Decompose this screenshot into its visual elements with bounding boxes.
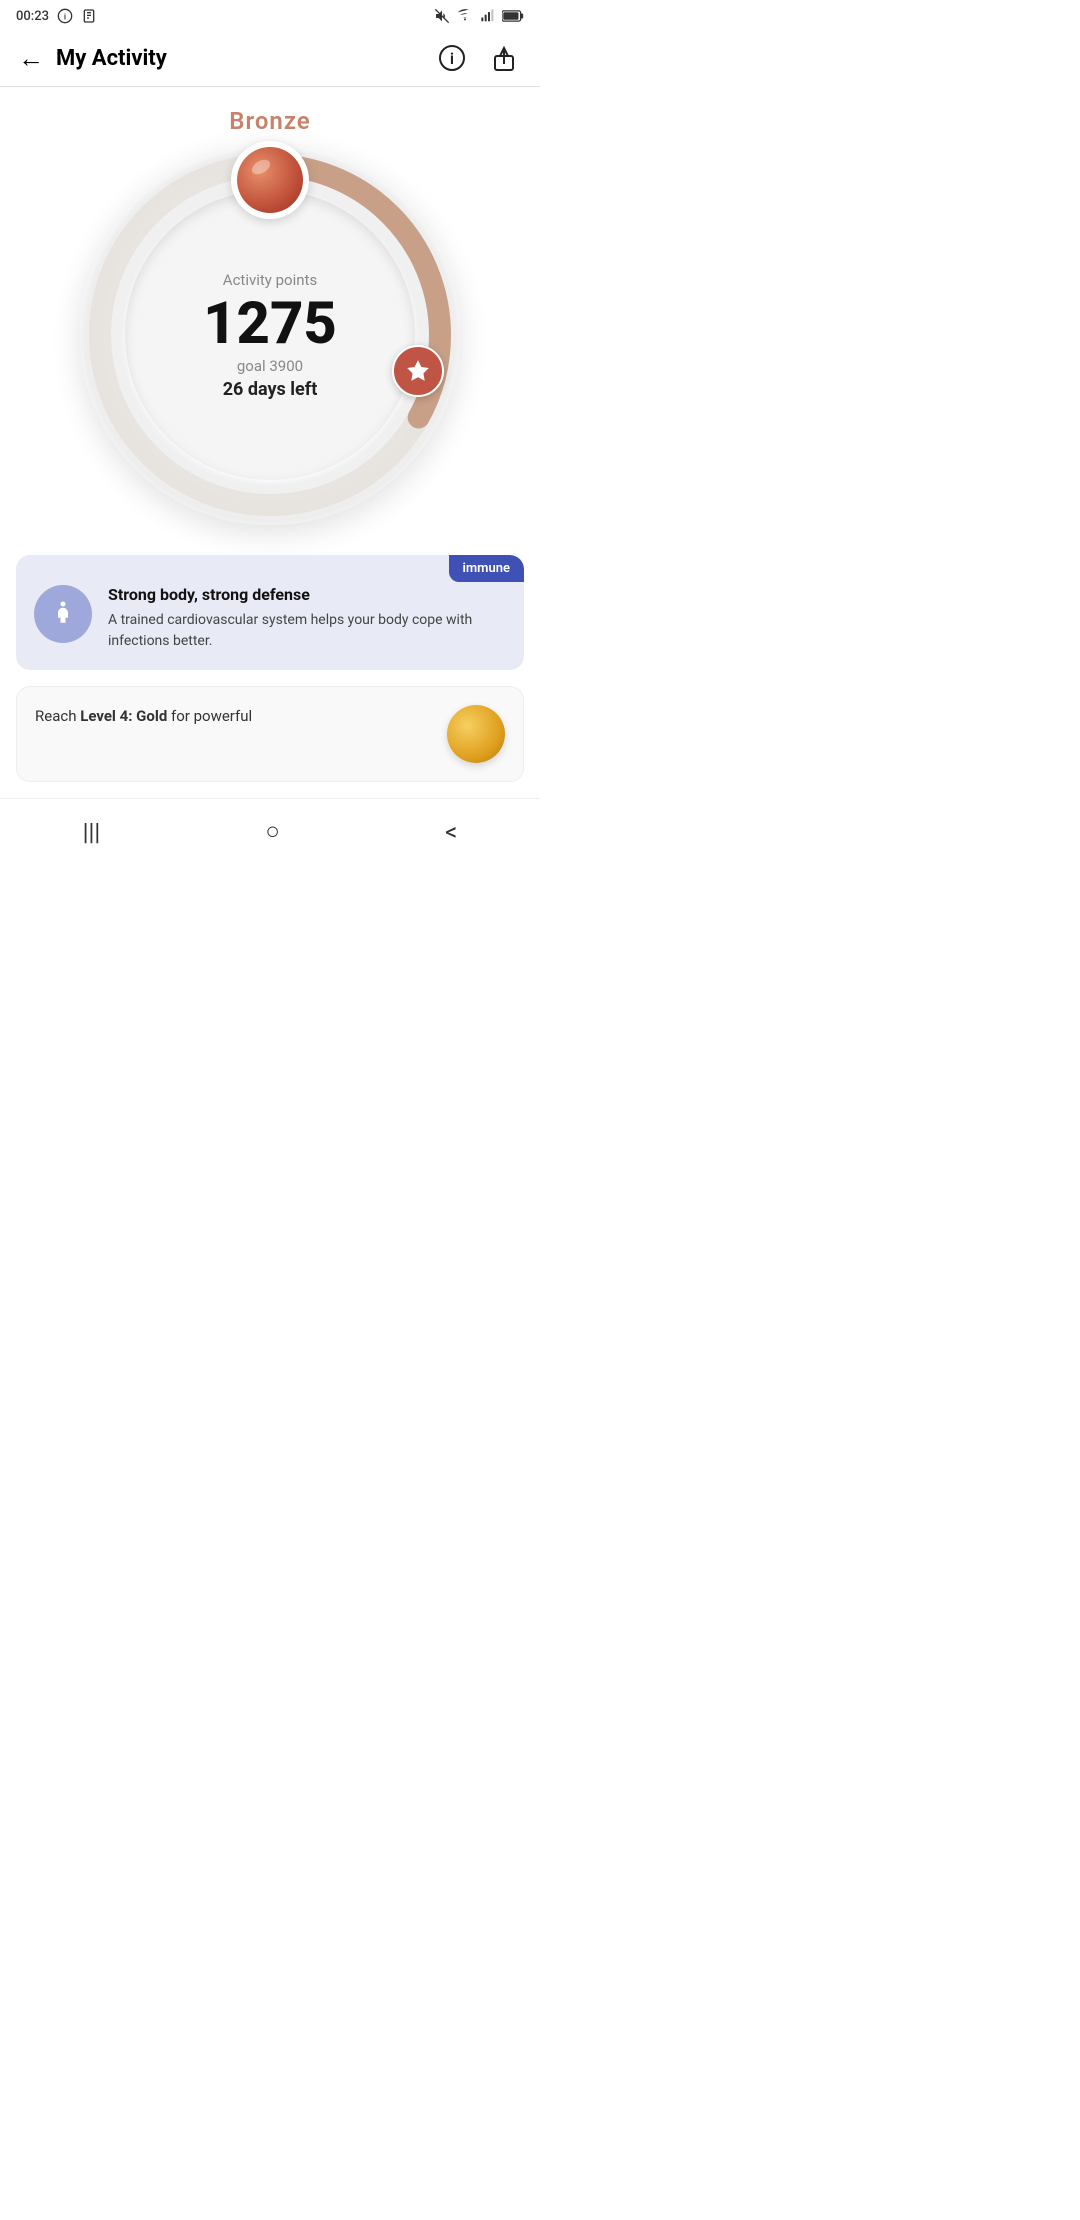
status-icons <box>434 8 524 24</box>
nav-actions: i <box>434 40 522 76</box>
activity-points-value: 1275 <box>203 295 337 353</box>
activity-circle: Activity points 1275 goal 3900 26 days l… <box>80 145 460 525</box>
share-icon <box>491 44 517 72</box>
gem-visual <box>237 147 303 213</box>
svg-text:i: i <box>450 49 454 68</box>
tier-gem-badge <box>231 141 309 219</box>
next-level-text: Reach Level 4: Gold for powerful <box>35 705 431 728</box>
wifi-icon <box>456 8 474 24</box>
card-description: A trained cardiovascular system helps yo… <box>108 610 506 652</box>
info-card: immune Strong body, strong defense A tra… <box>16 555 524 670</box>
status-bar: 00:23 i <box>0 0 540 30</box>
mute-icon <box>434 8 450 24</box>
immune-badge: immune <box>449 555 524 582</box>
next-level-label: Level 4: Gold <box>80 707 167 725</box>
page-title: My Activity <box>56 46 434 71</box>
share-button[interactable] <box>486 40 522 76</box>
circle-inner: Activity points 1275 goal 3900 26 days l… <box>125 190 415 480</box>
back-nav-button[interactable]: < <box>425 812 477 852</box>
info-icon: i <box>438 44 466 72</box>
gold-circle-visual <box>447 705 505 763</box>
card-body: Strong body, strong defense A trained ca… <box>34 585 506 652</box>
signal-icon <box>480 8 496 24</box>
tier-label: Bronze <box>16 107 524 135</box>
main-content: Bronze Activity points <box>0 87 540 782</box>
star-icon <box>405 358 431 384</box>
card-title: Strong body, strong defense <box>108 585 506 604</box>
gold-icon <box>447 705 505 763</box>
svg-text:i: i <box>64 12 66 22</box>
person-accessibility-icon <box>48 599 78 629</box>
info-status-icon: i <box>57 8 73 24</box>
clipboard-icon <box>81 8 97 24</box>
activity-days-left: 26 days left <box>223 379 318 400</box>
star-badge <box>392 345 444 397</box>
card-text: Strong body, strong defense A trained ca… <box>108 585 506 652</box>
activity-goal: goal 3900 <box>237 357 303 375</box>
bottom-nav: ||| ○ < <box>0 798 540 872</box>
top-nav: ← My Activity i <box>0 30 540 87</box>
info-button[interactable]: i <box>434 40 470 76</box>
card-icon-circle <box>34 585 92 643</box>
status-time: 00:23 <box>16 9 49 24</box>
activity-points-label: Activity points <box>223 271 317 289</box>
menu-button[interactable]: ||| <box>63 812 121 852</box>
battery-icon <box>502 9 524 23</box>
next-level-card: Reach Level 4: Gold for powerful <box>16 686 524 782</box>
home-button[interactable]: ○ <box>245 811 300 852</box>
back-button[interactable]: ← <box>18 43 44 74</box>
circle-background: Activity points 1275 goal 3900 26 days l… <box>80 145 460 525</box>
